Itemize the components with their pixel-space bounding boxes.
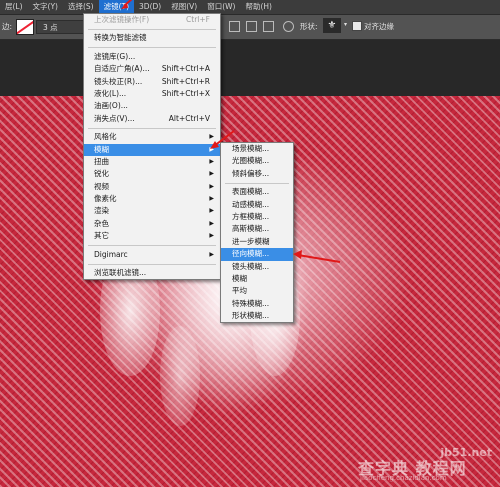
arrow-to-radial-blur-item — [293, 250, 341, 263]
annotation-arrows — [121, 0, 341, 263]
watermark-url: jiaocheng.chazidian.com — [360, 474, 447, 482]
arrow-to-filter-menu — [121, 0, 133, 9]
arrow-to-blur-item — [210, 130, 235, 149]
